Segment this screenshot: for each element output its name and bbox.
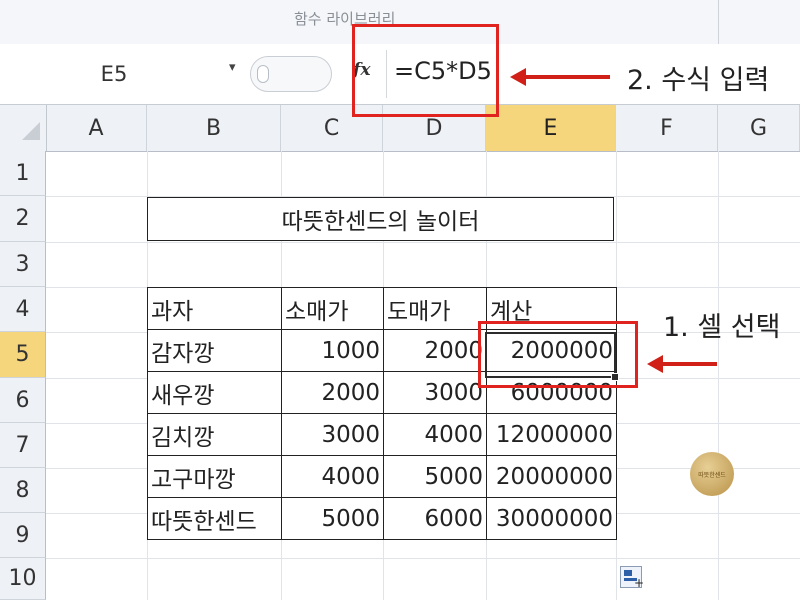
ribbon-divider [718, 0, 719, 44]
row-header-3[interactable]: 3 [0, 242, 46, 287]
row-header-6[interactable]: 6 [0, 378, 46, 423]
watermark-logo: 따뜻한센드 [690, 452, 734, 496]
header-cell[interactable]: 도매가 [383, 287, 487, 330]
cell[interactable]: 12000000 [486, 413, 617, 456]
cell[interactable]: 따뜻한센드 [147, 497, 282, 540]
cell[interactable]: 1000 [281, 329, 384, 372]
gridline [46, 558, 800, 559]
gridline [718, 151, 719, 600]
column-header-f[interactable]: F [616, 105, 718, 151]
row-header-9[interactable]: 9 [0, 513, 46, 558]
row-header-5[interactable]: 5 [0, 332, 46, 378]
header-cell[interactable]: 과자 [147, 287, 282, 330]
cell[interactable]: 5000 [383, 455, 487, 498]
row-header-4[interactable]: 4 [0, 287, 46, 332]
row-header-10[interactable]: 10 [0, 558, 46, 600]
autofill-options-icon[interactable]: + [620, 566, 645, 590]
column-header-a[interactable]: A [46, 105, 147, 151]
table-row: 따뜻한센드 5000 6000 30000000 [147, 497, 617, 540]
cell[interactable]: 4000 [281, 455, 384, 498]
sheet-title-cell[interactable]: 따뜻한센드의 놀이터 [147, 197, 614, 241]
cell[interactable]: 고구마깡 [147, 455, 282, 498]
select-all-triangle-icon [22, 122, 40, 140]
cell[interactable]: 4000 [383, 413, 487, 456]
table-row: 고구마깡 4000 5000 20000000 [147, 455, 617, 498]
header-cell[interactable]: 소매가 [281, 287, 384, 330]
cell[interactable]: 20000000 [486, 455, 617, 498]
row-header-7[interactable]: 7 [0, 423, 46, 468]
cell[interactable]: 6000 [383, 497, 487, 540]
cell[interactable]: 2000 [383, 329, 487, 372]
row-header-8[interactable]: 8 [0, 468, 46, 513]
cell[interactable]: 새우깡 [147, 371, 282, 414]
column-header-b[interactable]: B [147, 105, 281, 151]
arrow-line [524, 75, 610, 79]
cell[interactable]: 감자깡 [147, 329, 282, 372]
cell[interactable]: 김치깡 [147, 413, 282, 456]
name-box[interactable]: E5 [0, 46, 228, 102]
formula-highlight-box [352, 24, 499, 117]
step2-label: 2. 수식 입력 [627, 65, 770, 96]
name-box-dropdown-icon[interactable]: ▾ [229, 60, 236, 75]
cell[interactable]: 2000 [281, 371, 384, 414]
cell[interactable]: 3000 [281, 413, 384, 456]
table-row: 김치깡 3000 4000 12000000 [147, 413, 617, 456]
column-header-g[interactable]: G [718, 105, 800, 151]
gridline [46, 242, 800, 243]
cell[interactable]: 3000 [383, 371, 487, 414]
arrow-line [661, 362, 717, 366]
autofill-glyph [624, 570, 632, 576]
formula-bar-resize-handle[interactable] [250, 56, 332, 92]
step1-label: 1. 셀 선택 [663, 312, 781, 343]
row-header-2[interactable]: 2 [0, 196, 46, 242]
cell[interactable]: 30000000 [486, 497, 617, 540]
row-header-1[interactable]: 1 [0, 151, 46, 196]
resize-knob-icon [257, 65, 269, 83]
column-header-e[interactable]: E [486, 105, 616, 151]
cell-highlight-box [478, 321, 638, 388]
logo-text: 따뜻한센드 [698, 471, 726, 479]
autofill-plus-icon: + [634, 576, 645, 590]
cell[interactable]: 5000 [281, 497, 384, 540]
